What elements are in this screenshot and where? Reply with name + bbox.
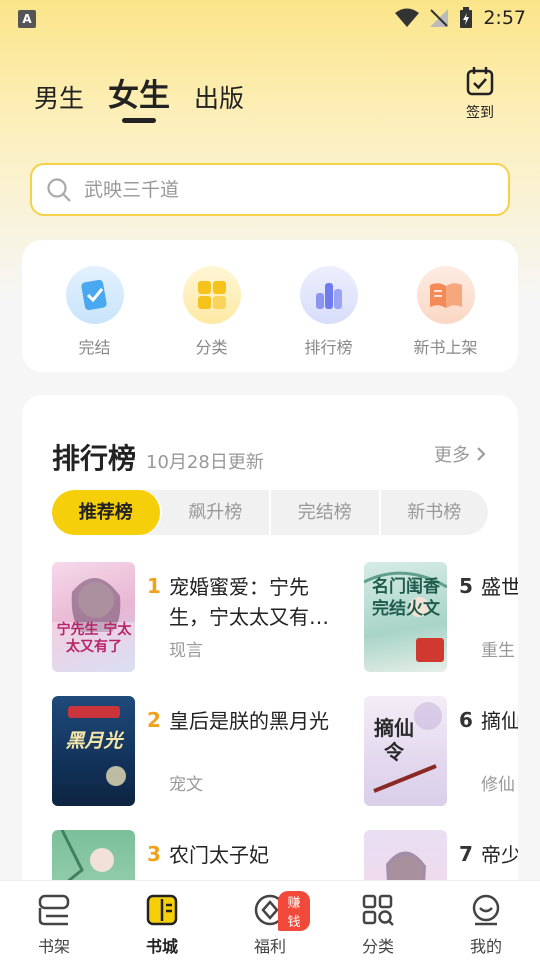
book-title: 农门太子妃 <box>169 843 269 867</box>
nav-rewards[interactable]: 赚钱 福利 <box>230 891 310 957</box>
book-title: 盛世闺香 <box>481 575 518 599</box>
nav-category[interactable]: 分类 <box>338 893 418 957</box>
book-title: 帝少 <box>481 843 518 867</box>
book-title: 皇后是朕的黑月光 <box>169 709 329 733</box>
bookshelf-icon <box>38 894 70 926</box>
check-book-icon <box>65 266 124 324</box>
ranking-updated: 10月28日更新 <box>146 452 264 473</box>
tab-completed[interactable]: 完结榜 <box>271 490 381 535</box>
book-title: 宠婚蜜爱：宁先生，宁太太又有… <box>169 575 329 629</box>
bottom-navigation: 书架 书城 赚钱 福利 分类 我的 <box>0 880 540 960</box>
app-notification-icon: A <box>18 10 36 28</box>
ranking-card: 排行榜 10月28日更新 更多 推荐榜 飙升榜 完结榜 新书榜 宁先生 宁太太又… <box>22 395 518 915</box>
earn-money-badge: 赚钱 <box>278 891 310 931</box>
book-cover: 摘仙令 <box>364 696 447 806</box>
search-bar[interactable] <box>30 163 510 216</box>
quick-entry-card: 完结 分类 排行榜 新书上架 <box>22 240 518 372</box>
checkin-button[interactable]: 签到 <box>456 66 504 122</box>
channel-tabs: 男生 女生 出版 <box>34 70 244 123</box>
rank-number: 5 <box>459 574 473 598</box>
entry-category[interactable]: 分类 <box>167 266 257 358</box>
book-item[interactable]: 名门闺香 完结火文 5 盛世闺香 重生 <box>364 562 518 674</box>
rank-number: 6 <box>459 708 473 732</box>
calendar-check-icon <box>466 67 494 96</box>
search-icon <box>47 177 71 202</box>
rank-number: 2 <box>147 708 161 732</box>
smile-profile-icon <box>472 894 500 926</box>
book-genre: 重生 <box>481 641 515 661</box>
book-genre: 现言 <box>169 641 203 661</box>
wifi-icon <box>395 8 420 27</box>
tab-new[interactable]: 新书榜 <box>381 490 489 535</box>
tab-female[interactable]: 女生 <box>108 70 170 123</box>
open-book-icon <box>416 266 475 324</box>
bookstore-icon <box>146 894 178 926</box>
entry-new-books[interactable]: 新书上架 <box>401 266 491 358</box>
tab-recommend[interactable]: 推荐榜 <box>52 490 162 535</box>
book-item[interactable]: 摘仙令 6 摘仙 修仙 <box>364 696 518 808</box>
category-grid-icon <box>362 894 394 926</box>
ranking-tabs: 推荐榜 飙升榜 完结榜 新书榜 <box>52 490 488 535</box>
no-signal-icon <box>430 9 449 27</box>
book-genre: 宠文 <box>169 775 203 795</box>
bar-chart-icon <box>299 266 358 324</box>
book-item[interactable]: 黑月光 2 皇后是朕的黑月光 宠文 <box>52 696 352 808</box>
clock: 2:57 <box>483 7 526 29</box>
nav-profile[interactable]: 我的 <box>446 893 526 957</box>
status-bar: A 2:57 <box>0 0 540 36</box>
book-genre: 修仙 <box>481 775 515 795</box>
battery-charging-icon <box>460 7 473 28</box>
rank-number: 3 <box>147 842 161 866</box>
nav-bookstore[interactable]: 书城 <box>122 893 202 957</box>
grid-tiles-icon <box>182 266 241 324</box>
ranking-title: 排行榜 <box>52 442 137 475</box>
tab-rising[interactable]: 飙升榜 <box>162 490 271 535</box>
nav-bookshelf[interactable]: 书架 <box>14 893 94 957</box>
book-item[interactable]: 宁先生 宁太太又有了 1 宠婚蜜爱：宁先生，宁太太又有… 现言 <box>52 562 352 674</box>
book-cover: 名门闺香 完结火文 <box>364 562 447 672</box>
search-input[interactable] <box>84 178 464 201</box>
tab-publish[interactable]: 出版 <box>194 79 244 115</box>
rank-number: 1 <box>147 574 161 598</box>
active-tab-indicator <box>122 118 157 123</box>
checkin-label: 签到 <box>466 105 494 121</box>
entry-ranking[interactable]: 排行榜 <box>284 266 374 358</box>
more-button[interactable]: 更多 <box>434 441 486 467</box>
tab-male[interactable]: 男生 <box>34 79 84 115</box>
entry-completed[interactable]: 完结 <box>50 266 140 358</box>
book-title: 摘仙 <box>481 709 518 733</box>
rank-number: 7 <box>459 842 473 866</box>
book-cover: 宁先生 宁太太又有了 <box>52 562 135 672</box>
book-cover: 黑月光 <box>52 696 135 806</box>
chevron-right-icon <box>477 447 486 461</box>
